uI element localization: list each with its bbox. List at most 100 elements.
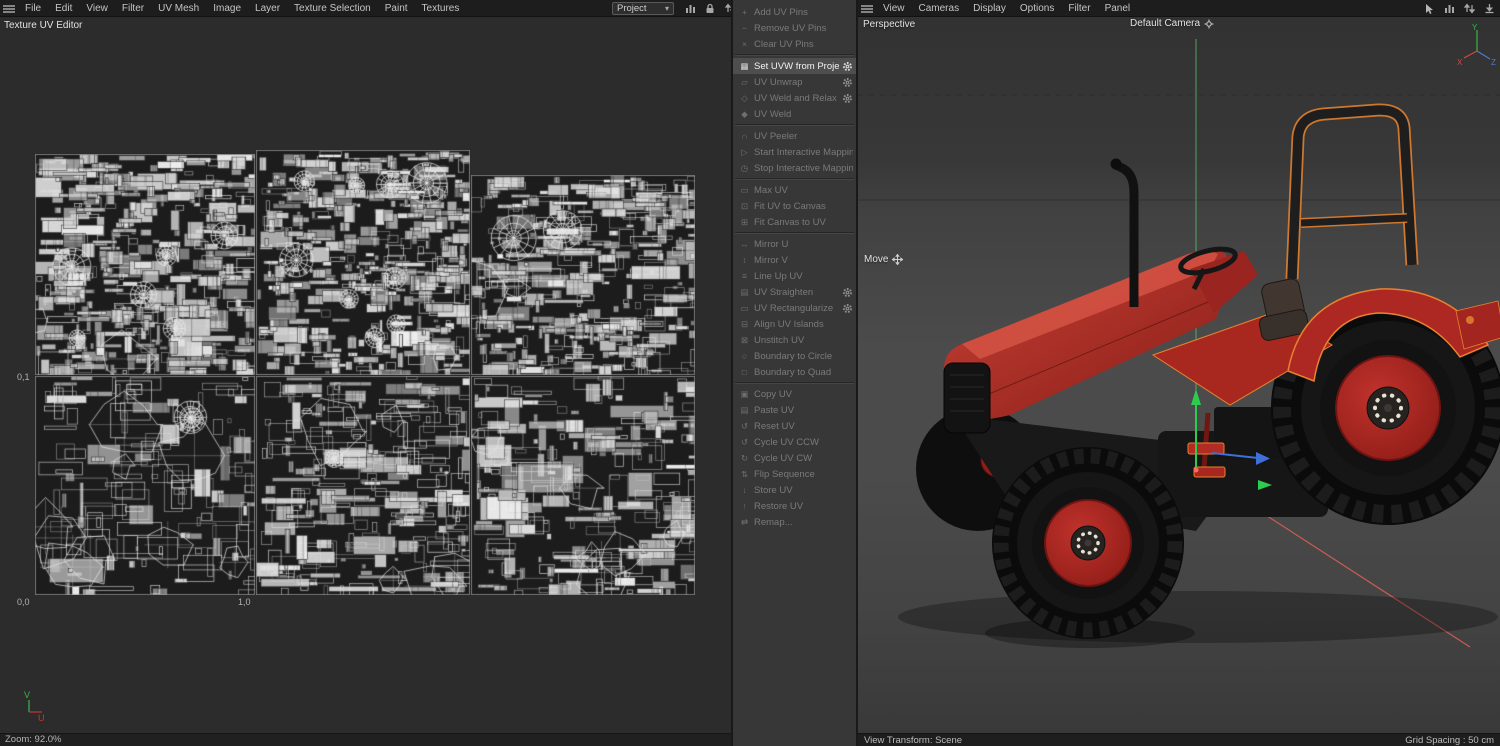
chart-icon[interactable] <box>1443 3 1455 15</box>
uv-tile-2[interactable] <box>471 175 695 375</box>
command-uv-weld[interactable]: ◆ UV Weld <box>733 106 856 122</box>
menu-filter[interactable]: Filter <box>1061 0 1097 17</box>
command-cycle-uv-ccw[interactable]: ↺ Cycle UV CCW <box>733 434 856 450</box>
menu-edit[interactable]: Edit <box>48 0 79 17</box>
command-remap[interactable]: ⇄ Remap... <box>733 514 856 530</box>
command-restore-uv[interactable]: ↑ Restore UV <box>733 498 856 514</box>
menu-paint[interactable]: Paint <box>378 0 415 17</box>
command-icon: ↓ <box>742 485 747 495</box>
command-uv-unwrap[interactable]: ▱ UV Unwrap <box>733 74 856 90</box>
command-flip-sequence[interactable]: ⇅ Flip Sequence <box>733 466 856 482</box>
uv-tile-4[interactable] <box>256 376 470 595</box>
menu-display[interactable]: Display <box>966 0 1013 17</box>
axis-z-label: Z <box>1491 58 1496 67</box>
command-add-uv-pins[interactable]: + Add UV Pins <box>733 4 856 20</box>
menu-view[interactable]: View <box>876 0 912 17</box>
command-boundary-to-quad[interactable]: □ Boundary to Quad <box>733 364 856 380</box>
command-label: UV Rectangularize <box>754 302 834 314</box>
command-uv-weld-and-relax[interactable]: ◇ UV Weld and Relax <box>733 90 856 106</box>
command-stop-interactive-mapping[interactable]: ◷ Stop Interactive Mapping <box>733 160 856 176</box>
command-icon: ◇ <box>741 92 748 103</box>
command-icon: ○ <box>741 351 748 361</box>
command-icon: ≡ <box>742 271 747 281</box>
command-line-up-uv[interactable]: ≡ Line Up UV <box>733 268 856 284</box>
camera-label[interactable]: Default Camera <box>1130 18 1214 29</box>
gizmo-origin[interactable] <box>1193 467 1199 473</box>
command-uv-peeler[interactable]: ∩ UV Peeler <box>733 128 856 144</box>
command-mirror-u[interactable]: ↔ Mirror U <box>733 236 856 252</box>
lock-icon[interactable] <box>704 3 716 15</box>
menu-uv-mesh[interactable]: UV Mesh <box>151 0 206 17</box>
menu-filter[interactable]: Filter <box>115 0 151 17</box>
command-copy-uv[interactable]: ▣ Copy UV <box>733 386 856 402</box>
viewport-scene[interactable] <box>858 17 1500 733</box>
command-paste-uv[interactable]: ▤ Paste UV <box>733 402 856 418</box>
command-unstitch-uv[interactable]: ⊠ Unstitch UV <box>733 332 856 348</box>
chart-icon[interactable] <box>684 3 696 15</box>
command-boundary-to-circle[interactable]: ○ Boundary to Circle <box>733 348 856 364</box>
command-label: Store UV <box>754 484 793 496</box>
axis-x-label: X <box>1457 58 1463 67</box>
uv-tile-0[interactable] <box>35 154 255 375</box>
command-icon: ⊟ <box>740 318 749 329</box>
viewport-3d[interactable]: Perspective Default Camera Move Y Z X <box>858 17 1500 733</box>
menu-layer[interactable]: Layer <box>248 0 287 17</box>
download-icon[interactable] <box>1483 3 1495 15</box>
gear-icon[interactable] <box>841 303 853 314</box>
gear-icon[interactable] <box>841 93 853 104</box>
swap-vertical-icon[interactable] <box>1463 3 1475 15</box>
menu-file[interactable]: File <box>18 0 48 17</box>
far-fender <box>1455 300 1500 350</box>
command-set-uvw-from-projection[interactable]: ▦ Set UVW from Projection <box>733 58 856 74</box>
command-uv-straighten[interactable]: ▤ UV Straighten <box>733 284 856 300</box>
uv-tile-3[interactable] <box>35 376 255 595</box>
command-label: Fit UV to Canvas <box>754 200 826 212</box>
menu-hamburger-icon[interactable] <box>1 0 17 17</box>
command-fit-canvas-to-uv[interactable]: ⊞ Fit Canvas to UV <box>733 214 856 230</box>
gear-icon[interactable] <box>841 61 853 72</box>
command-cycle-uv-cw[interactable]: ↻ Cycle UV CW <box>733 450 856 466</box>
project-dropdown[interactable]: Project ▾ <box>612 2 674 15</box>
uv-axis-label-10: 1,0 <box>238 597 251 607</box>
command-icon: ⊠ <box>740 334 749 345</box>
command-fit-uv-to-canvas[interactable]: ⊡ Fit UV to Canvas <box>733 198 856 214</box>
menu-texture-selection[interactable]: Texture Selection <box>287 0 378 17</box>
menu-panel[interactable]: Panel <box>1098 0 1138 17</box>
menu-view[interactable]: View <box>79 0 115 17</box>
command-icon: ▤ <box>740 286 749 297</box>
cursor-icon[interactable] <box>1423 3 1435 15</box>
menu-cameras[interactable]: Cameras <box>912 0 967 17</box>
command-label: Paste UV <box>754 404 795 416</box>
command-align-uv-islands[interactable]: ⊟ Align UV Islands <box>733 316 856 332</box>
menu-textures[interactable]: Textures <box>415 0 467 17</box>
gear-icon[interactable] <box>841 287 853 298</box>
menu-options[interactable]: Options <box>1013 0 1061 17</box>
command-icon: ↕ <box>742 255 747 265</box>
gear-icon[interactable] <box>841 77 853 88</box>
command-icon: ▭ <box>740 184 749 195</box>
command-uv-rectangularize[interactable]: ▭ UV Rectangularize <box>733 300 856 316</box>
command-icon: + <box>742 7 747 17</box>
command-icon: ⇄ <box>740 516 749 527</box>
command-icon: × <box>742 39 747 49</box>
command-icon: ⊡ <box>740 200 749 211</box>
command-store-uv[interactable]: ↓ Store UV <box>733 482 856 498</box>
command-remove-uv-pins[interactable]: − Remove UV Pins <box>733 20 856 36</box>
command-label: UV Straighten <box>754 286 814 298</box>
viewport-menu-hamburger-icon[interactable] <box>859 0 875 17</box>
menu-image[interactable]: Image <box>206 0 248 17</box>
command-reset-uv[interactable]: ↺ Reset UV <box>733 418 856 434</box>
command-mirror-v[interactable]: ↕ Mirror V <box>733 252 856 268</box>
uv-tile-1[interactable] <box>256 150 470 375</box>
command-start-interactive-mapping[interactable]: ▷ Start Interactive Mapping <box>733 144 856 160</box>
command-label: Cycle UV CW <box>754 452 813 464</box>
view-mode-label[interactable]: Perspective <box>863 19 915 30</box>
command-label: Line Up UV <box>754 270 803 282</box>
command-max-uv[interactable]: ▭ Max UV <box>733 182 856 198</box>
menubar-right-icons <box>1423 0 1495 17</box>
tractor-model <box>898 103 1500 648</box>
texture-uv-editor-panel[interactable]: Texture UV Editor 0,1 0,0 1,0 V U <box>0 17 731 733</box>
command-group-separator <box>733 230 856 236</box>
command-clear-uv-pins[interactable]: × Clear UV Pins <box>733 36 856 52</box>
uv-tile-5[interactable] <box>471 376 695 595</box>
